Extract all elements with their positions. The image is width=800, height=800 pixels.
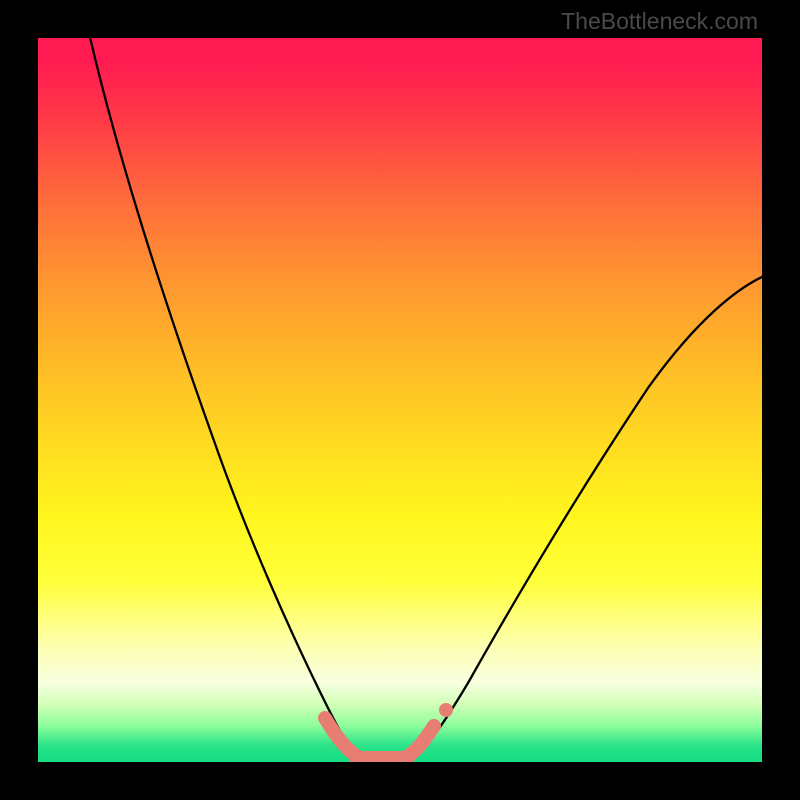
chart-frame: TheBottleneck.com [0, 0, 800, 800]
accent-dot-right [439, 703, 453, 717]
accent-right-slope [404, 726, 434, 758]
watermark-label: TheBottleneck.com [561, 8, 758, 35]
bottleneck-curve [38, 38, 762, 762]
curve-left-branch [89, 38, 360, 759]
curve-right-branch [408, 276, 762, 759]
accent-group [325, 718, 434, 758]
plot-area [38, 38, 762, 762]
